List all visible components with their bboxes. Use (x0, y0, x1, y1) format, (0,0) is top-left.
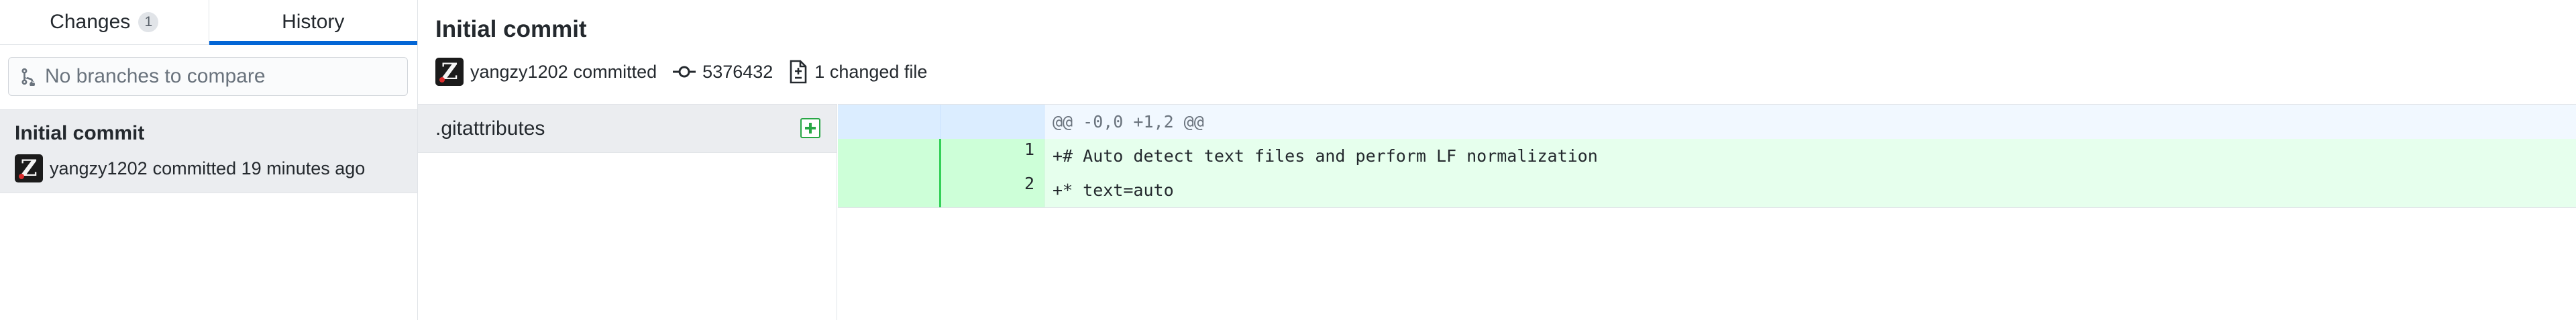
diff-line-text: +* text=auto (1044, 173, 2576, 207)
new-line-number: 1 (941, 139, 1044, 173)
sidebar-tabs: Changes 1 History (0, 0, 417, 45)
branch-compare-input[interactable]: No branches to compare (8, 57, 408, 96)
changed-files-list: .gitattributes (418, 104, 837, 320)
git-compare-icon (19, 67, 38, 86)
commit-item-time: committed 19 minutes ago (152, 158, 366, 178)
compare-section: No branches to compare (0, 45, 417, 110)
changes-count-badge: 1 (138, 12, 159, 32)
tab-changes-label: Changes (50, 11, 131, 33)
commit-item-author: yangzy1202 (50, 158, 148, 178)
changed-files-count: 1 changed file (814, 61, 928, 82)
commit-item-title: Initial commit (15, 122, 145, 144)
author-group: Z yangzy1202 committed (435, 58, 657, 86)
commit-summary-header: Initial commit Z yangzy1202 committed 53… (418, 0, 2576, 104)
tab-history-label: History (282, 11, 345, 33)
compare-placeholder: No branches to compare (45, 65, 266, 87)
commit-sha: 5376432 (702, 61, 773, 82)
old-line-number (838, 105, 941, 139)
list-item[interactable]: .gitattributes (418, 105, 837, 153)
changed-files-group: 1 changed file (789, 59, 927, 85)
page-title: Initial commit (435, 16, 587, 42)
new-line-number (941, 105, 1044, 139)
commit-meta-row: Z yangzy1202 committed 5376432 1 changed… (435, 58, 943, 86)
sidebar: Changes 1 History No branches to compare… (0, 0, 418, 320)
committed-label: committed (573, 61, 657, 82)
avatar: Z (15, 154, 43, 182)
diff-line-text: +# Auto detect text files and perform LF… (1044, 139, 2576, 173)
sha-group[interactable]: 5376432 (673, 62, 773, 83)
avatar: Z (435, 58, 464, 86)
tab-history[interactable]: History (208, 0, 418, 45)
file-name: .gitattributes (435, 117, 545, 140)
file-added-icon (800, 118, 820, 138)
diff-hunk-header: @@ -0,0 +1,2 @@ (838, 105, 2576, 139)
diff-line[interactable]: 2 +* text=auto (838, 173, 2576, 207)
old-line-number (838, 139, 941, 173)
commit-list-item[interactable]: Initial commit Z yangzy1202 committed 19… (0, 110, 417, 193)
git-commit-icon (673, 65, 696, 78)
commit-item-meta: Z yangzy1202 committed 19 minutes ago (15, 154, 365, 182)
diff-view: @@ -0,0 +1,2 @@ 1 +# Auto detect text fi… (838, 104, 2576, 208)
tab-changes[interactable]: Changes 1 (0, 0, 209, 44)
hunk-text: @@ -0,0 +1,2 @@ (1044, 105, 2576, 139)
new-line-number: 2 (941, 173, 1044, 207)
file-diff-icon (789, 59, 808, 85)
commit-author: yangzy1202 (470, 61, 568, 82)
diff-line[interactable]: 1 +# Auto detect text files and perform … (838, 139, 2576, 173)
old-line-number (838, 173, 941, 207)
